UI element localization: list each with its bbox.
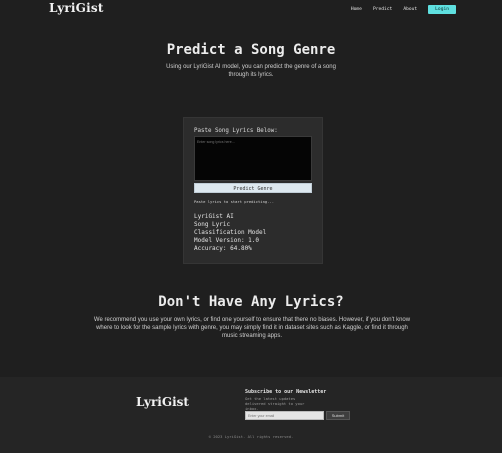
footer-logo: LyriGist xyxy=(136,395,189,409)
lyrics-input[interactable] xyxy=(194,136,312,181)
footer: LyriGist Subscribe to our Newsletter Get… xyxy=(0,377,502,453)
top-nav: LyriGist Home Predict About Login xyxy=(0,0,502,20)
model-name: LyriGist AI xyxy=(194,213,234,220)
nav-link-predict[interactable]: Predict xyxy=(373,7,392,12)
lyrics-label: Paste Song Lyrics Below: xyxy=(194,128,278,134)
login-button[interactable]: Login xyxy=(428,5,456,14)
newsletter-submit-button[interactable]: Submit xyxy=(326,411,350,420)
nav-links: Home Predict About Login xyxy=(340,5,456,14)
page-title: Predict a Song Genre xyxy=(166,42,336,58)
copyright: © 2023 LyriGist. All rights reserved. xyxy=(208,434,294,439)
site-logo[interactable]: LyriGist xyxy=(49,1,104,15)
newsletter-email-input[interactable] xyxy=(245,411,324,420)
predict-genre-button[interactable]: Predict Genre xyxy=(194,183,312,193)
nav-link-home[interactable]: Home xyxy=(351,7,362,12)
no-lyrics-text: We recommend you use your own lyrics, or… xyxy=(93,317,411,339)
model-version: Model Version: 1.0 xyxy=(194,237,260,244)
newsletter-desc: Get the latest updates delivered straigh… xyxy=(245,396,305,411)
predict-card: Paste Song Lyrics Below: Predict Genre P… xyxy=(183,117,323,264)
newsletter-title: Subscribe to our Newsletter xyxy=(245,389,327,395)
prediction-status: Paste lyrics to start predicting... xyxy=(194,199,275,204)
nav-link-about[interactable]: About xyxy=(403,7,417,12)
no-lyrics-title: Don't Have Any Lyrics? xyxy=(158,294,344,310)
model-desc-line-1: Song Lyric xyxy=(194,221,231,228)
model-accuracy: Accuracy: 64.80% xyxy=(194,245,252,252)
model-desc-line-2: Classification Model xyxy=(194,229,267,236)
page-subtitle: Using our LyriGist AI model, you can pre… xyxy=(166,64,336,78)
model-info: LyriGist AI Song Lyric Classification Mo… xyxy=(194,213,266,253)
